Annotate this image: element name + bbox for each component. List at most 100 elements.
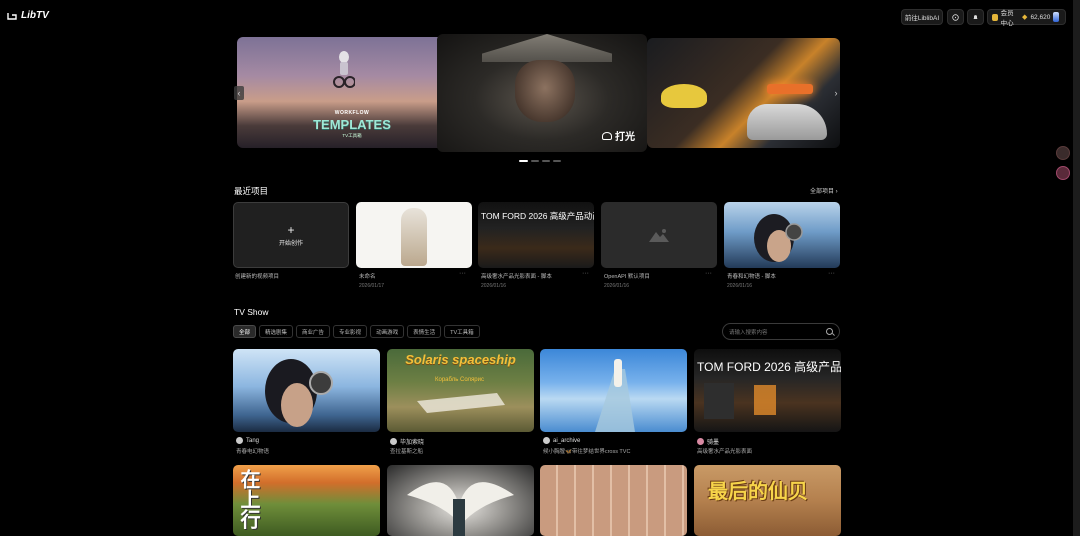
hero-slide-line2: TEMPLATES — [313, 117, 391, 132]
credits-count: 62,620 — [1030, 13, 1051, 21]
show-author[interactable]: ai_archive — [543, 437, 580, 444]
more-options-icon[interactable]: ··· — [828, 270, 835, 277]
plus-icon: + — [287, 222, 295, 237]
straw-hat-image — [482, 34, 612, 62]
project-date: 2026/01/16 — [604, 283, 630, 289]
more-options-icon[interactable]: ··· — [459, 270, 466, 277]
show-card[interactable] — [233, 349, 380, 432]
swan-image — [407, 482, 514, 536]
show-description: 候小胸膛🦋带往梦结世界cross TVC — [543, 449, 631, 455]
show-thumbnail-title: 最后的仙贝 — [708, 481, 808, 503]
hero-slide-lighting[interactable]: 打光 — [437, 34, 647, 152]
invite-liblib-button[interactable]: 前往LiblibAI — [901, 9, 943, 25]
project-name: 创建新的视频项目 — [235, 274, 280, 280]
hero-slide-caption-text: 打光 — [615, 132, 635, 143]
help-button[interactable] — [947, 9, 964, 25]
carousel-dot[interactable] — [542, 160, 550, 162]
image-placeholder-icon — [649, 229, 669, 242]
hero-slide-line3: TV工具箱 — [342, 133, 362, 138]
member-center-button[interactable]: 会员中心 ◆ 62,620 — [987, 9, 1066, 27]
show-author[interactable]: Tang — [236, 437, 259, 444]
recent-projects-title: 最近项目 — [234, 186, 269, 196]
hero-slide-night-street[interactable] — [647, 38, 840, 148]
show-card[interactable]: TOM FORD 2026 高级产品动画 — [694, 349, 841, 432]
user-avatar[interactable] — [1053, 12, 1059, 22]
project-card[interactable] — [356, 202, 472, 268]
floating-assistant-button[interactable] — [1056, 166, 1070, 180]
headphones-portrait-thumbnail — [265, 359, 333, 427]
runway-model-image — [595, 359, 635, 432]
project-name: 高级奢水产品光影表面 - 脚本 — [481, 274, 552, 280]
project-name: 青春和幻物语 - 脚本 — [727, 274, 776, 280]
project-card[interactable]: TOM FORD 2026 高级产品动画 — [478, 202, 594, 268]
notifications-button[interactable] — [967, 9, 984, 25]
show-author[interactable]: 骑墨 — [697, 437, 719, 446]
search-icon[interactable] — [826, 328, 833, 335]
hero-slide-line1: WORKFLOW — [334, 110, 370, 116]
show-description: 查拉基斯之船 — [390, 449, 424, 455]
tab-commercial[interactable]: 商业广告 — [296, 325, 331, 338]
member-label: 会员中心 — [1000, 10, 1014, 27]
page-scrollbar[interactable] — [1073, 0, 1080, 536]
carousel-dot[interactable] — [531, 160, 539, 162]
credits-icon: ◆ — [1022, 14, 1028, 21]
carousel-pagination — [519, 160, 561, 162]
avatar — [236, 437, 243, 444]
view-all-projects-link[interactable]: 全部项目 › — [810, 186, 838, 195]
bell-icon — [973, 14, 978, 19]
show-card[interactable] — [540, 465, 687, 536]
chevron-right-icon: › — [834, 88, 838, 98]
search-input[interactable]: 请输入搜索内容 — [722, 323, 840, 340]
project-name: OpenAPI 默认项目 — [604, 274, 650, 280]
show-author[interactable]: 毕加索晓 — [390, 437, 424, 446]
tab-film[interactable]: 专业影视 — [333, 325, 368, 338]
avatar — [697, 438, 704, 445]
carousel-prev-button[interactable]: ‹ — [234, 86, 244, 100]
floating-tool-button[interactable] — [1056, 146, 1070, 160]
more-options-icon[interactable]: ··· — [705, 270, 712, 277]
author-name: Tang — [246, 437, 260, 444]
carousel-dot[interactable] — [519, 160, 528, 162]
avatar — [390, 438, 397, 445]
light-icon — [602, 131, 612, 140]
project-date: 2026/01/16 — [727, 283, 753, 289]
avatar — [543, 437, 550, 444]
new-project-card[interactable]: + 开始创作 — [233, 202, 349, 268]
show-card[interactable] — [540, 349, 687, 432]
project-date: 2026/01/17 — [359, 283, 385, 289]
project-date: 2026/01/16 — [481, 283, 507, 289]
astronaut-image — [417, 393, 505, 413]
show-description: 青春电幻物语 — [236, 449, 270, 455]
carousel-next-button[interactable]: › — [831, 86, 841, 100]
chevron-left-icon: ‹ — [237, 88, 241, 98]
project-card[interactable] — [724, 202, 840, 268]
project-name: 未命名 — [359, 274, 376, 280]
hero-slide-workflow-templates[interactable]: WORKFLOW TEMPLATES TV工具箱 — [237, 37, 443, 148]
app-logo[interactable]: LibTV — [7, 10, 49, 21]
tv-show-title: TV Show — [234, 307, 269, 317]
help-icon — [952, 13, 959, 21]
headphones-portrait-thumbnail — [754, 214, 803, 262]
project-card[interactable] — [601, 202, 717, 268]
invite-label: 前往LiblibAI — [904, 15, 940, 22]
top-bar: LibTV 前往LiblibAI 会员中心 ◆ 62,620 — [0, 0, 1080, 33]
police-siren-image — [767, 84, 813, 94]
carousel-dot[interactable] — [553, 160, 561, 162]
show-card[interactable]: 最后的仙贝 — [694, 465, 841, 536]
project-thumbnail-title: TOM FORD 2026 高级产品动画 — [481, 211, 594, 221]
show-card[interactable] — [387, 465, 534, 536]
tab-tv-toolbox[interactable]: TV工具箱 — [444, 325, 480, 338]
tab-all[interactable]: 全部 — [233, 325, 257, 338]
author-name: ai_archive — [553, 437, 581, 444]
tab-lifestyle[interactable]: 表情生活 — [407, 325, 442, 338]
more-options-icon[interactable]: ··· — [582, 270, 589, 277]
yellow-car-image — [661, 84, 707, 108]
show-card[interactable]: Solaris spaceship Корабль Солярис — [387, 349, 534, 432]
tab-animation-games[interactable]: 动画游戏 — [370, 325, 405, 338]
show-card[interactable]: 在上行 — [233, 465, 380, 536]
hero-slide-caption: 打光 — [602, 128, 635, 143]
logo-icon — [7, 12, 17, 20]
motocross-rider-image — [333, 51, 355, 88]
show-thumbnail-title: 在上行 — [237, 469, 259, 529]
tab-featured[interactable]: 精选剧集 — [259, 325, 294, 338]
